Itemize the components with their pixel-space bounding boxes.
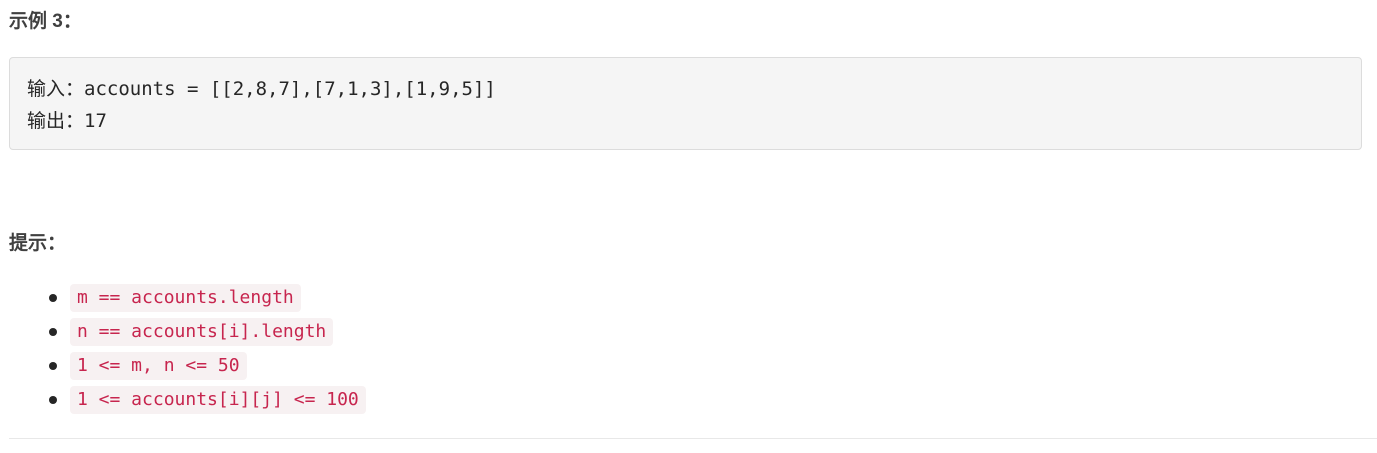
constraint-code: m == accounts.length xyxy=(70,284,301,312)
output-label: 输出： xyxy=(27,110,85,132)
section-divider xyxy=(9,438,1377,439)
problem-description: 示例 3： 输入：accounts = [[2,8,7],[7,1,3],[1,… xyxy=(0,0,1377,453)
bullet-icon xyxy=(49,294,57,302)
constraint-code: 1 <= accounts[i][j] <= 100 xyxy=(70,386,366,414)
example-code-block: 输入：accounts = [[2,8,7],[7,1,3],[1,9,5]] … xyxy=(9,57,1362,150)
output-value: 17 xyxy=(84,110,107,132)
example-output-line: 输出：17 xyxy=(27,108,107,134)
input-value: accounts = [[2,8,7],[7,1,3],[1,9,5]] xyxy=(84,78,496,100)
bullet-icon xyxy=(49,396,57,404)
constraint-code: n == accounts[i].length xyxy=(70,318,334,346)
example-heading: 示例 3： xyxy=(9,11,82,32)
constraints-heading: 提示： xyxy=(9,233,67,254)
bullet-icon xyxy=(49,362,57,370)
input-label: 输入： xyxy=(27,78,85,100)
example-input-line: 输入：accounts = [[2,8,7],[7,1,3],[1,9,5]] xyxy=(27,76,496,102)
constraint-code: 1 <= m, n <= 50 xyxy=(70,352,247,380)
bullet-icon xyxy=(49,328,57,336)
